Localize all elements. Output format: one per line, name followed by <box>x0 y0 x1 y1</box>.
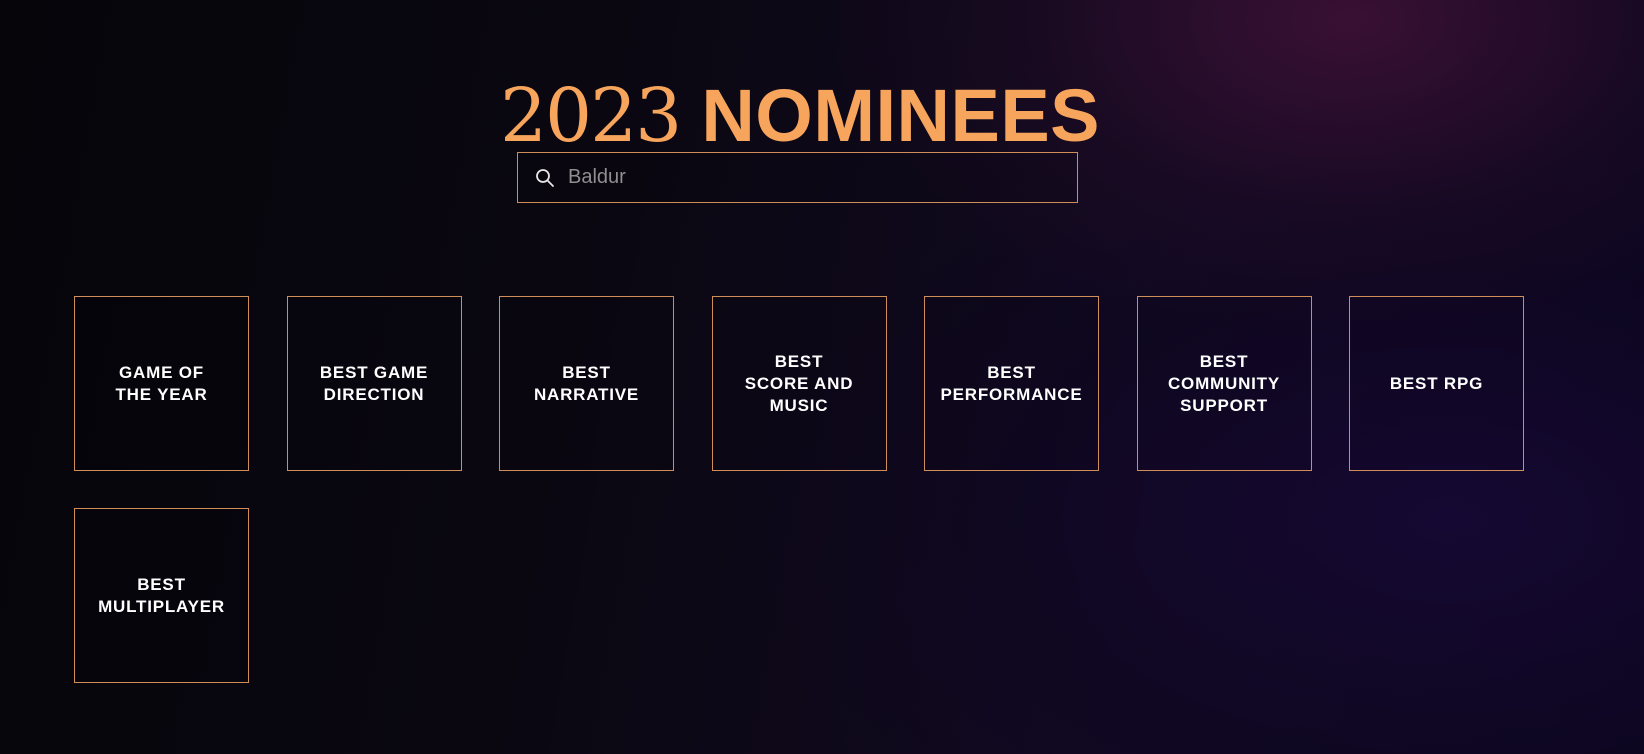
category-card-best-community-support[interactable]: BEST COMMUNITY SUPPORT <box>1136 296 1312 471</box>
category-label: BEST NARRATIVE <box>533 362 640 404</box>
category-label: GAME OF THE YEAR <box>115 362 208 404</box>
category-card-game-of-the-year[interactable]: GAME OF THE YEAR <box>74 296 249 471</box>
category-card-best-narrative[interactable]: BEST NARRATIVE <box>499 296 674 471</box>
category-grid: GAME OF THE YEAR BEST GAME DIRECTION BES… <box>74 296 1574 683</box>
title-word: NOMINEES <box>701 73 1101 157</box>
category-card-best-rpg[interactable]: BEST RPG <box>1349 296 1524 471</box>
category-card-best-performance[interactable]: BEST PERFORMANCE <box>924 296 1099 471</box>
category-label: BEST SCORE AND MUSIC <box>744 351 854 415</box>
category-card-best-score-and-music[interactable]: BEST SCORE AND MUSIC <box>711 296 887 471</box>
category-label: BEST MULTIPLAYER <box>98 574 225 616</box>
category-label: BEST COMMUNITY SUPPORT <box>1167 351 1281 415</box>
category-label: BEST PERFORMANCE <box>940 362 1083 404</box>
search-input[interactable] <box>568 153 1077 202</box>
title-year: 2023 <box>499 72 682 159</box>
category-card-best-multiplayer[interactable]: BEST MULTIPLAYER <box>74 508 249 683</box>
category-card-best-game-direction[interactable]: BEST GAME DIRECTION <box>286 296 462 471</box>
category-label: BEST GAME DIRECTION <box>319 362 429 404</box>
page-title: 2023 NOMINEES <box>0 72 1600 160</box>
search-icon <box>534 167 556 189</box>
category-label: BEST RPG <box>1389 373 1484 393</box>
search-box[interactable] <box>517 152 1078 203</box>
